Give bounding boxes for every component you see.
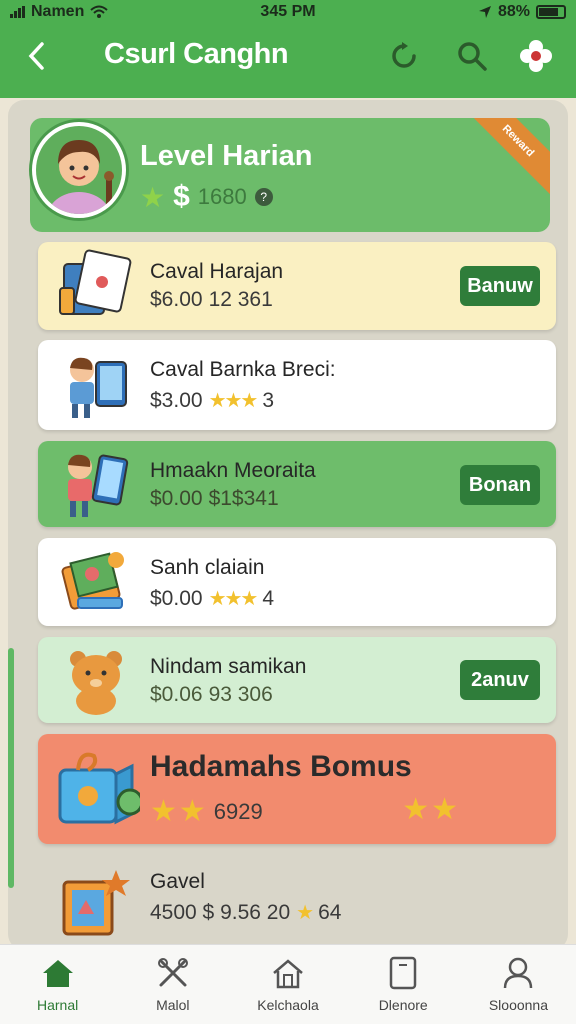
currency-symbol: $: [173, 180, 190, 213]
scroll-indicator: [8, 648, 14, 888]
task-price-line: $3.00 ★★★ 3: [150, 388, 274, 413]
refresh-icon: [392, 42, 416, 68]
main-panel: Reward Level Harian ★ $ 1680 ? 3 Caval H…: [8, 100, 568, 950]
bonus-card[interactable]: Hadamahs Bomus ★★ 6929 ★★: [38, 734, 556, 844]
task-card-2[interactable]: Caval Barnka Breci: $3.00 ★★★ 3: [38, 340, 556, 430]
teddy-bear-icon: [70, 651, 122, 715]
task-price-line: $0.06 93 306: [150, 683, 273, 707]
nav-item-tools[interactable]: Malol: [115, 945, 230, 1024]
search-button[interactable]: [454, 38, 490, 74]
bottom-nav: Harnal Malol Kelchaola Dlenore Slooonna: [0, 944, 576, 1024]
task-price-line: 4500 $ 9.56 20 ★ 64: [150, 900, 341, 925]
help-icon[interactable]: ?: [254, 188, 273, 206]
rating-stars: ★: [296, 902, 314, 924]
child-phone-icon: [68, 454, 129, 517]
chevron-left-icon: [28, 42, 44, 70]
task-price-line-text: 4500 $ 9.56 20: [150, 900, 291, 924]
bonus-value: 6929: [213, 798, 263, 824]
task-name: Caval Harajan: [150, 260, 284, 283]
bonus-stars-right: ★★: [402, 793, 460, 826]
level-title: Level Harian: [140, 140, 313, 172]
house-outline-icon: [270, 955, 306, 991]
battery-icon: [536, 5, 566, 19]
task-action-button[interactable]: Bonan: [460, 465, 540, 505]
task-card-1[interactable]: Caval Harajan $6.00 12 361 Banuw: [38, 242, 556, 330]
task-price: $0.06: [150, 683, 203, 706]
tablet-cards-icon: [59, 249, 132, 315]
task-extra: 4: [262, 586, 275, 610]
bonus-line: ★★ 6929: [150, 794, 263, 829]
phone-icon: [385, 955, 421, 991]
task-action-button[interactable]: 2anuv: [460, 660, 540, 700]
task-price: $3.00: [150, 388, 203, 412]
task-extra: 93 306: [208, 683, 273, 706]
level-count: 1680: [197, 184, 247, 209]
nav-label: Dlenore: [378, 997, 428, 1013]
rating-stars: ★★★: [208, 390, 259, 412]
avatar[interactable]: [32, 122, 126, 218]
task-extra: $1$341: [208, 487, 279, 510]
battery-percent: 88%: [497, 3, 530, 20]
tools-icon: [155, 955, 191, 991]
reward-ribbon: Reward: [464, 118, 550, 195]
task-extra: 12 361: [208, 288, 273, 311]
nav-label: Kelchaola: [257, 997, 319, 1013]
app-header: Namen 345 PM 88% Csurl Canghn: [0, 0, 576, 98]
map-book-icon: [61, 552, 124, 610]
task-name: Hmaakn Meoraita: [150, 459, 316, 482]
task-price: $6.00: [150, 288, 203, 311]
carrier-label: Namen: [31, 3, 85, 20]
status-bar: Namen 345 PM 88%: [0, 0, 576, 24]
child-tablet-icon: [70, 357, 127, 418]
profile-icon: [500, 955, 536, 991]
task-price: $0.00: [150, 487, 203, 510]
task-name: Nindam samikan: [150, 655, 307, 678]
task-card-6[interactable]: Gavel 4500 $ 9.56 20 ★ 64: [38, 854, 556, 950]
task-price: $0.00: [150, 586, 203, 610]
gift-box-icon: [58, 752, 140, 825]
task-card-4[interactable]: Sanh claiain $0.00 ★★★ 4: [38, 538, 556, 626]
bonus-stars-left: ★★: [150, 795, 208, 828]
task-price-line: $0.00 $1$341: [150, 487, 279, 511]
refresh-button[interactable]: [386, 38, 422, 74]
wifi-icon: [90, 5, 109, 18]
task-extra: 64: [318, 900, 342, 924]
child-avatar-icon: [36, 126, 122, 214]
nav-item-house[interactable]: Kelchaola: [230, 945, 345, 1024]
page-title: Csurl Canghn: [104, 38, 289, 70]
task-card-5[interactable]: Nindam samikan $0.06 93 306 2anuv: [38, 637, 556, 723]
flower-gear-icon: [520, 40, 552, 72]
signal-icon: [10, 6, 25, 18]
task-name: Sanh claiain: [150, 556, 265, 579]
rating-stars: ★★★: [208, 588, 259, 610]
nav-item-phone[interactable]: Dlenore: [346, 945, 461, 1024]
bonus-title: Hadamahs Bomus: [150, 750, 412, 783]
picture-frame-icon: [62, 870, 130, 936]
level-meta: ★ $ 1680 ?: [140, 180, 273, 214]
nav-item-home[interactable]: Harnal: [0, 945, 115, 1024]
task-price-line: $0.00 ★★★ 4: [150, 586, 274, 611]
nav-label: Harnal: [36, 997, 79, 1013]
navbar: Csurl Canghn: [0, 24, 576, 90]
task-name: Gavel: [150, 870, 205, 893]
back-button[interactable]: [18, 36, 54, 76]
task-action-button[interactable]: Banuw: [460, 266, 540, 306]
search-icon: [458, 42, 487, 71]
task-extra: 3: [262, 388, 275, 412]
location-arrow-icon: [478, 6, 491, 18]
task-card-3[interactable]: Hmaakn Meoraita $0.00 $1$341 Bonan: [38, 441, 556, 527]
nav-label: Slooonna: [488, 997, 548, 1013]
nav-label: Malol: [156, 997, 190, 1013]
home-icon: [40, 955, 76, 991]
star-icon: ★: [140, 181, 166, 213]
task-price-line: $6.00 12 361: [150, 288, 273, 312]
settings-button[interactable]: [518, 38, 554, 74]
nav-item-profile[interactable]: Slooonna: [461, 945, 576, 1024]
task-name: Caval Barnka Breci:: [150, 358, 336, 381]
